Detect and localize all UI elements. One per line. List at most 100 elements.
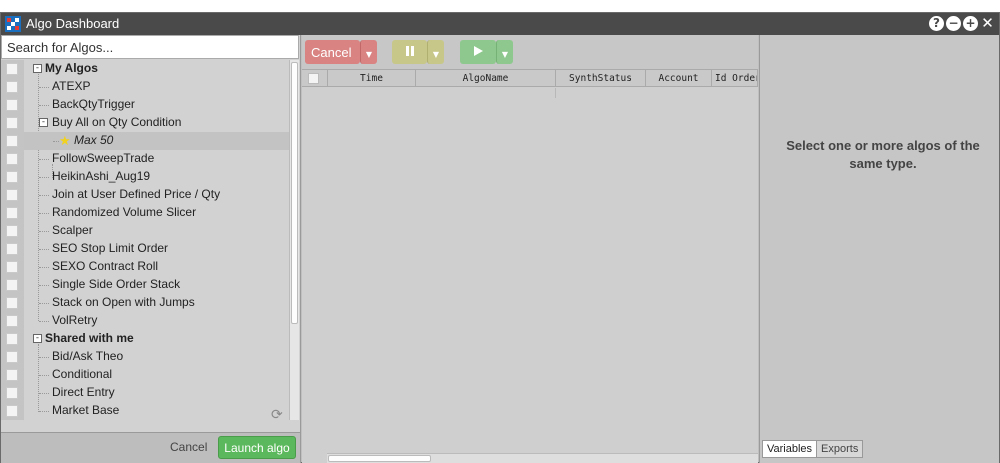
play-button[interactable] bbox=[460, 40, 496, 64]
column-header-id-order[interactable]: Id Order bbox=[712, 70, 758, 87]
algo-label: BackQtyTrigger bbox=[52, 97, 135, 111]
algo-list-panel: - My Algos ATEXP BackQtyTrigger - Buy Al… bbox=[1, 35, 301, 463]
tree-group-my-algos[interactable]: - My Algos bbox=[1, 60, 289, 78]
row-checkbox[interactable] bbox=[6, 351, 18, 363]
tab-exports[interactable]: Exports bbox=[816, 440, 864, 458]
list-item[interactable]: Direct Entry bbox=[1, 384, 289, 402]
grid-horizontal-scrollbar[interactable] bbox=[327, 453, 758, 463]
row-checkbox[interactable] bbox=[6, 297, 18, 309]
list-item-selected[interactable]: ★ Max 50 bbox=[1, 132, 289, 150]
algo-label: Market Base bbox=[52, 403, 120, 417]
collapse-icon[interactable]: - bbox=[39, 118, 48, 127]
list-item[interactable]: Market Base bbox=[1, 402, 289, 420]
favorite-star-icon: ★ bbox=[59, 133, 71, 148]
row-checkbox[interactable] bbox=[6, 369, 18, 381]
column-header-algoname[interactable]: AlgoName bbox=[416, 70, 556, 87]
title-bar[interactable]: Algo Dashboard ? − + ✕ bbox=[1, 13, 999, 35]
help-icon[interactable]: ? bbox=[929, 16, 944, 31]
row-checkbox[interactable] bbox=[6, 315, 18, 327]
maximize-icon[interactable]: + bbox=[963, 16, 978, 31]
column-header-time[interactable]: Time bbox=[328, 70, 416, 87]
orders-panel: Cancel ▼ ▼ ▼ Time AlgoName SynthStatus A… bbox=[302, 35, 758, 463]
algo-dashboard-window: Algo Dashboard ? − + ✕ - My Algos ATEXP bbox=[0, 12, 1000, 463]
collapse-icon[interactable]: - bbox=[33, 64, 42, 73]
row-checkbox[interactable] bbox=[6, 333, 18, 345]
list-item[interactable]: Bid/Ask Theo bbox=[1, 348, 289, 366]
row-checkbox[interactable] bbox=[6, 387, 18, 399]
algo-label: Randomized Volume Slicer bbox=[52, 205, 197, 219]
row-checkbox[interactable] bbox=[6, 225, 18, 237]
pause-dropdown-button[interactable]: ▼ bbox=[427, 40, 444, 64]
list-item[interactable]: ATEXP bbox=[1, 78, 289, 96]
select-all-checkbox[interactable] bbox=[308, 73, 319, 84]
row-checkbox[interactable] bbox=[6, 171, 18, 183]
algo-label: Max 50 bbox=[74, 133, 114, 147]
list-item[interactable]: BackQtyTrigger bbox=[1, 96, 289, 114]
details-tabs: Variables Exports bbox=[762, 440, 864, 460]
search-input[interactable] bbox=[1, 35, 299, 59]
cancel-button[interactable]: Cancel bbox=[170, 440, 207, 454]
launch-algo-button[interactable]: Launch algo bbox=[218, 436, 296, 459]
tree-group-shared[interactable]: - Shared with me bbox=[1, 330, 289, 348]
row-checkbox[interactable] bbox=[6, 117, 18, 129]
play-dropdown-button[interactable]: ▼ bbox=[496, 40, 513, 64]
algo-label: Scalper bbox=[52, 223, 93, 237]
play-icon bbox=[474, 45, 483, 56]
list-item[interactable]: FollowSweepTrade bbox=[1, 150, 289, 168]
list-item[interactable]: Single Side Order Stack bbox=[1, 276, 289, 294]
algo-label: VolRetry bbox=[52, 313, 98, 327]
cancel-orders-button[interactable]: Cancel bbox=[305, 40, 360, 64]
row-checkbox[interactable] bbox=[6, 63, 18, 75]
details-panel: Select one or more algos of the same typ… bbox=[759, 35, 999, 463]
list-item[interactable]: - Buy All on Qty Condition bbox=[1, 114, 289, 132]
orders-grid-body[interactable] bbox=[302, 88, 758, 450]
row-checkbox[interactable] bbox=[6, 279, 18, 291]
window-controls: ? − + ✕ bbox=[929, 16, 995, 31]
algo-label: FollowSweepTrade bbox=[52, 151, 155, 165]
tree-scrollbar[interactable] bbox=[289, 60, 299, 420]
grid-scroll-thumb[interactable] bbox=[328, 455, 431, 462]
row-checkbox[interactable] bbox=[6, 153, 18, 165]
row-checkbox[interactable] bbox=[6, 189, 18, 201]
list-item[interactable]: Join at User Defined Price / Qty bbox=[1, 186, 289, 204]
algo-label: Direct Entry bbox=[52, 385, 115, 399]
row-checkbox[interactable] bbox=[6, 135, 18, 147]
list-item[interactable]: SEXO Contract Roll bbox=[1, 258, 289, 276]
chevron-down-icon: ▼ bbox=[432, 49, 440, 59]
pause-button[interactable] bbox=[392, 40, 427, 64]
tree-scroll-thumb[interactable] bbox=[291, 62, 298, 324]
tab-variables[interactable]: Variables bbox=[762, 440, 818, 458]
list-item[interactable]: HeikinAshi_Aug19 bbox=[1, 168, 289, 186]
minimize-icon[interactable]: − bbox=[946, 16, 961, 31]
window-title: Algo Dashboard bbox=[26, 16, 120, 31]
row-checkbox[interactable] bbox=[6, 243, 18, 255]
algo-label: Bid/Ask Theo bbox=[52, 349, 124, 363]
row-checkbox[interactable] bbox=[6, 405, 18, 417]
algo-label: Buy All on Qty Condition bbox=[52, 115, 182, 129]
algo-label: Single Side Order Stack bbox=[52, 277, 181, 291]
algo-label: ATEXP bbox=[52, 79, 91, 93]
list-item[interactable]: SEO Stop Limit Order bbox=[1, 240, 289, 258]
collapse-icon[interactable]: - bbox=[33, 334, 42, 343]
grid-header: Time AlgoName SynthStatus Account Id Ord… bbox=[302, 69, 758, 87]
chevron-down-icon: ▼ bbox=[501, 49, 509, 59]
orders-toolbar: Cancel ▼ ▼ ▼ bbox=[302, 35, 758, 69]
column-header-synthstatus[interactable]: SynthStatus bbox=[556, 70, 646, 87]
row-checkbox[interactable] bbox=[6, 207, 18, 219]
empty-selection-message: Select one or more algos of the same typ… bbox=[786, 138, 980, 171]
row-checkbox[interactable] bbox=[6, 261, 18, 273]
list-item[interactable]: Conditional bbox=[1, 366, 289, 384]
refresh-icon[interactable]: ⟳ bbox=[271, 407, 283, 423]
column-header-account[interactable]: Account bbox=[646, 70, 712, 87]
algo-label: SEXO Contract Roll bbox=[52, 259, 159, 273]
list-item[interactable]: VolRetry bbox=[1, 312, 289, 330]
row-checkbox[interactable] bbox=[6, 81, 18, 93]
cancel-dropdown-button[interactable]: ▼ bbox=[360, 40, 377, 64]
close-icon[interactable]: ✕ bbox=[980, 16, 995, 31]
list-item[interactable]: Scalper bbox=[1, 222, 289, 240]
row-checkbox[interactable] bbox=[6, 99, 18, 111]
app-logo-icon bbox=[5, 16, 21, 32]
list-item[interactable]: Randomized Volume Slicer bbox=[1, 204, 289, 222]
list-item[interactable]: Stack on Open with Jumps bbox=[1, 294, 289, 312]
algo-label: Conditional bbox=[52, 367, 113, 381]
